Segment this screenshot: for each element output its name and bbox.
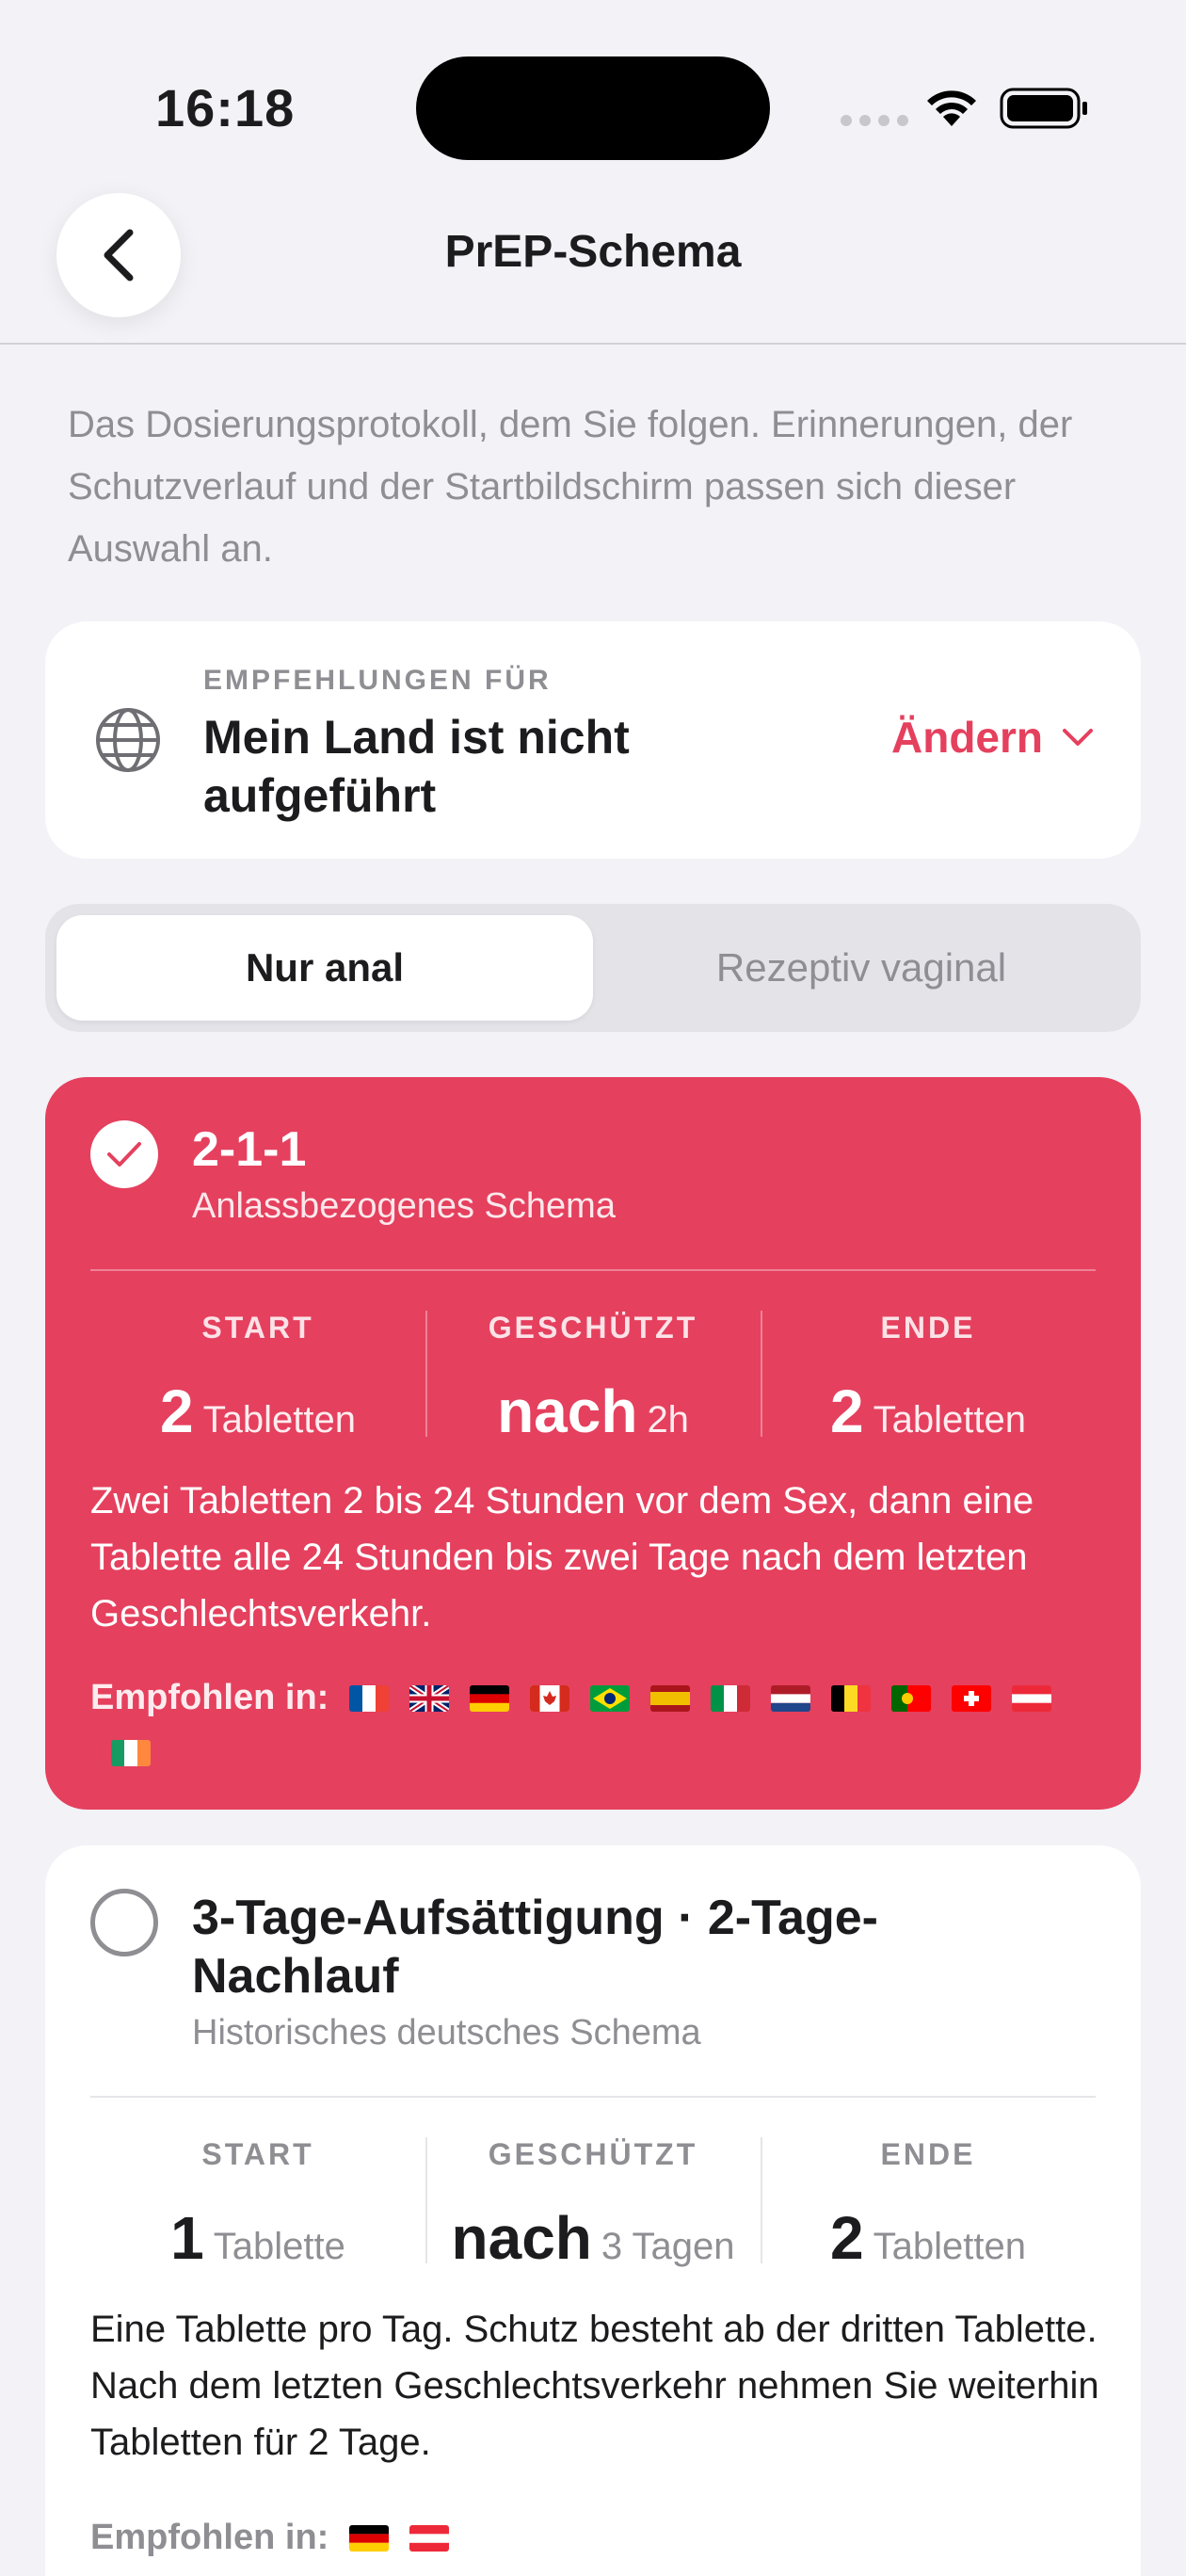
- stat-unit: 3 Tagen: [601, 2226, 735, 2267]
- stat-label: GESCHÜTZT: [488, 1311, 698, 1344]
- scheme-card-3-day-loading[interactable]: 3-Tage-Aufsättigung · 2-Tage-Nachlauf Hi…: [45, 1845, 1141, 2576]
- exposure-type-segmented-control: Nur anal Rezeptiv vaginal: [45, 904, 1141, 1032]
- divider: [90, 2096, 1096, 2098]
- page-title: PrEP-Schema: [444, 227, 742, 277]
- scheme-stats: START 2 Tabletten GESCHÜTZT nach 2h ENDE 2…: [90, 1311, 1096, 1446]
- stat-unit: Tabletten: [202, 1399, 356, 1441]
- navigation-bar: PrEP-Schema: [0, 179, 1186, 345]
- status-bar: 16:18: [0, 0, 1186, 179]
- stat-value: 2: [160, 1377, 194, 1445]
- stat-start: START 2 Tabletten: [90, 1311, 425, 1446]
- stat-end: ENDE 2 Tabletten: [761, 2137, 1096, 2273]
- stat-label: START: [201, 1311, 314, 1344]
- flag-germany-icon: [349, 2525, 390, 2552]
- flag-germany-icon: [470, 1685, 510, 1712]
- flag-portugal-icon: [891, 1685, 932, 1712]
- stat-label: GESCHÜTZT: [488, 2137, 698, 2171]
- scheme-description: Zwei Tabletten 2 bis 24 Stunden vor dem …: [90, 1480, 1034, 1634]
- stat-value: nach: [497, 1377, 638, 1445]
- scheme-description: Eine Tablette pro Tag. Schutz besteht ab…: [90, 2309, 1099, 2463]
- stat-protected: GESCHÜTZT nach 2h: [425, 1311, 761, 1446]
- country-name: Mein Land ist nicht aufgeführt: [203, 711, 630, 822]
- segment-anal-only[interactable]: Nur anal: [56, 915, 593, 1021]
- scheme-stats: START 1 Tablette GESCHÜTZT nach 3 Tagen EN…: [90, 2137, 1096, 2273]
- flag-austria-icon: [1012, 1685, 1052, 1712]
- radio-selected[interactable]: [90, 1120, 158, 1188]
- country-eyebrow: EMPFEHLUNGEN FÜR: [203, 665, 552, 696]
- stat-label: START: [201, 2137, 314, 2171]
- cellular-signal-icon: [841, 115, 908, 126]
- flag-united-kingdom-icon: [409, 1685, 450, 1712]
- country-card: EMPFEHLUNGEN FÜR Mein Land ist nicht auf…: [45, 621, 1141, 859]
- stat-unit: 2h: [647, 1399, 689, 1441]
- scheme-title: 2-1-1: [192, 1122, 307, 1177]
- flag-belgium-icon: [831, 1685, 872, 1712]
- flag-brazil-icon: [590, 1685, 631, 1712]
- chevron-down-icon: [1063, 729, 1093, 746]
- recommended-in: Empfohlen in:: [90, 1670, 1107, 1779]
- wifi-icon: [927, 90, 976, 126]
- stat-value: 1: [170, 2204, 204, 2272]
- stat-value: 2: [830, 2204, 864, 2272]
- flag-netherlands-icon: [771, 1685, 811, 1712]
- scheme-subtitle: Historisches deutsches Schema: [192, 2013, 701, 2053]
- stat-end: ENDE 2 Tabletten: [761, 1311, 1096, 1446]
- scheme-subtitle: Anlassbezogenes Schema: [192, 1186, 616, 1226]
- status-time: 16:18: [155, 78, 296, 137]
- stat-protected: GESCHÜTZT nach 3 Tagen: [425, 2137, 761, 2273]
- flag-austria-icon: [409, 2525, 450, 2552]
- stat-unit: Tabletten: [873, 2226, 1026, 2267]
- flag-switzerland-icon: [952, 1685, 992, 1712]
- stat-label: ENDE: [880, 1311, 976, 1344]
- battery-icon: [1000, 88, 1087, 129]
- flag-france-icon: [349, 1685, 390, 1712]
- stat-unit: Tablette: [213, 2226, 345, 2267]
- stat-start: START 1 Tablette: [90, 2137, 425, 2273]
- recommended-label: Empfohlen in:: [90, 1678, 329, 1717]
- scheme-card-2-1-1[interactable]: 2-1-1 Anlassbezogenes Schema START 2 Tabl…: [45, 1077, 1141, 1810]
- flag-canada-icon: [530, 1685, 570, 1712]
- recommended-label: Empfohlen in:: [90, 2518, 329, 2557]
- stat-unit: Tabletten: [873, 1399, 1026, 1441]
- recommended-in: Empfohlen in:: [90, 2510, 1107, 2565]
- globe-icon: [96, 708, 160, 772]
- checkmark-icon: [107, 1142, 141, 1167]
- flag-ireland-icon: [111, 1740, 151, 1766]
- divider: [90, 1269, 1096, 1271]
- segment-receptive-vaginal[interactable]: Rezeptiv vaginal: [593, 915, 1130, 1021]
- stat-label: ENDE: [880, 2137, 976, 2171]
- radio-unselected[interactable]: [90, 1889, 158, 1956]
- change-country-label: Ändern: [891, 713, 1043, 762]
- intro-text: Das Dosierungsprotokoll, dem Sie folgen.…: [68, 404, 1073, 570]
- stat-value: 2: [830, 1377, 864, 1445]
- flag-italy-icon: [711, 1685, 751, 1712]
- flag-spain-icon: [650, 1685, 691, 1712]
- dynamic-island: [416, 56, 770, 160]
- stat-value: nach: [451, 2204, 592, 2272]
- change-country-button[interactable]: Ändern: [891, 712, 1094, 763]
- scheme-title: 3-Tage-Aufsättigung · 2-Tage-Nachlauf: [192, 1891, 878, 2004]
